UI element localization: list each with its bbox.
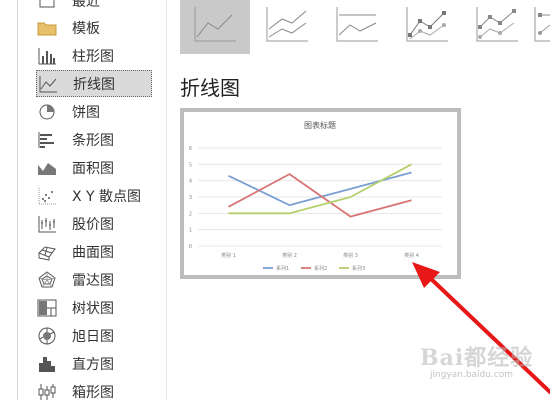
watermark-url: jingyan.baidu.com bbox=[430, 370, 514, 380]
watermark: Bai都经验 bbox=[420, 345, 534, 371]
